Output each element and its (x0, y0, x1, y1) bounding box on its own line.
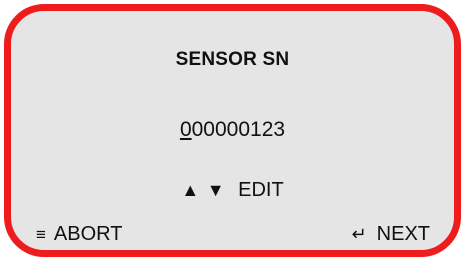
next-button[interactable]: ↵ NEXT (352, 223, 430, 246)
screen-title: SENSOR SN (175, 49, 290, 70)
up-arrow-icon[interactable]: ▲ (181, 180, 199, 200)
menu-icon: ≡ (36, 225, 46, 244)
serial-number-field[interactable]: 000000123 (11, 118, 454, 142)
abort-label: ABORT (53, 223, 123, 245)
next-label: NEXT (376, 223, 430, 245)
serial-remaining-digits: 00000123 (191, 118, 286, 141)
return-icon: ↵ (351, 224, 367, 244)
down-arrow-icon[interactable]: ▼ (207, 180, 225, 200)
serial-cursor-digit[interactable]: 0 (180, 118, 192, 141)
abort-button[interactable]: ≡ ABORT (36, 223, 122, 246)
edit-hint: ▲ ▼ EDIT (11, 179, 454, 202)
edit-label: EDIT (238, 179, 284, 201)
device-screen: SENSOR SN 000000123 ▲ ▼ EDIT ≡ ABORT ↵ NEX… (4, 4, 461, 257)
